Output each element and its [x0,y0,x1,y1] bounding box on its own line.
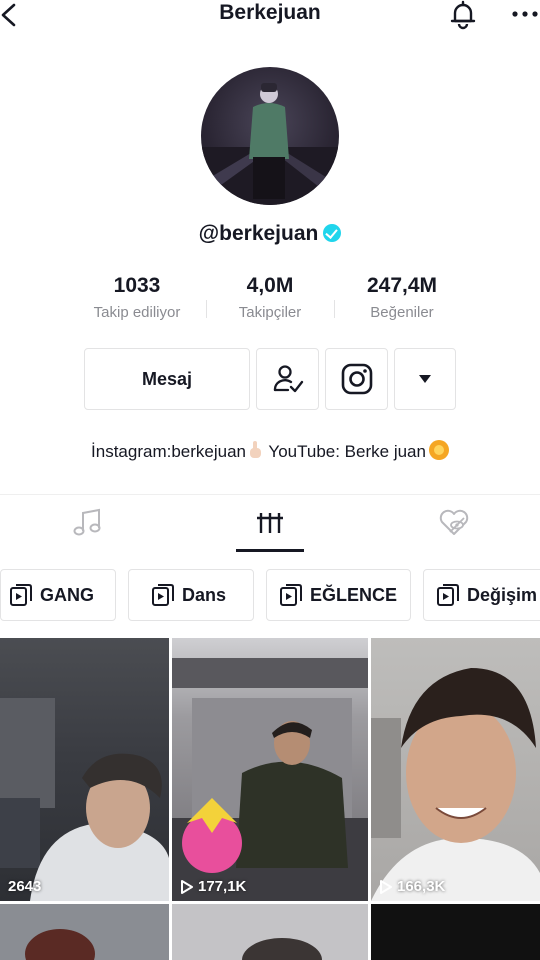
video-thumbnail-image [0,698,169,901]
playlist-pill[interactable]: Dans [128,569,254,621]
playlist-pill[interactable]: Değişim [423,569,540,621]
triangle-down-icon [419,375,431,383]
music-note-icon[interactable] [70,507,106,539]
profile-tabs [0,494,540,552]
playlist-pill[interactable]: GANG [0,569,116,621]
stat-followers-label: Takipçiler [238,304,302,321]
video-views: 2643 [8,878,41,895]
stat-following[interactable]: 1033 Takip ediliyor [78,274,196,321]
message-button[interactable]: Mesaj [84,348,250,410]
videos-grid-icon[interactable] [252,507,288,539]
video-thumbnail-image [172,658,368,901]
profile-handle-row: @berkejuan [0,222,540,246]
video-thumbnail[interactable] [172,904,368,960]
playlist-icon [152,584,174,606]
liked-hidden-icon[interactable] [436,507,472,539]
video-thumbnail[interactable]: 2643 [0,638,169,901]
more-horizontal-icon[interactable] [510,2,540,28]
video-thumbnail[interactable]: 177,1K [172,638,368,901]
bio-text-youtube: YouTube: Berke juan [264,442,426,461]
video-thumbnail-image [172,904,368,960]
video-thumbnail-image [0,904,169,960]
video-thumbnail[interactable] [371,904,540,960]
instagram-icon [341,363,372,395]
video-views: 166,3K [379,878,445,895]
verified-badge-icon [323,224,342,242]
video-grid: 2643 177,1K 166,3K [0,638,540,960]
play-icon [380,879,392,894]
playlist-icon [437,584,459,606]
profile-bio: İnstagram:berkejuan YouTube: Berke juan [0,440,540,462]
avatar[interactable] [201,67,339,205]
stat-divider [206,300,207,318]
stat-following-label: Takip ediliyor [93,304,181,321]
user-check-icon [273,365,303,393]
stat-likes-label: Beğeniler [370,304,434,321]
playlist-icon [280,584,302,606]
playlist-label: EĞLENCE [310,584,398,605]
playlist-pill[interactable]: EĞLENCE [266,569,411,621]
video-thumbnail[interactable]: 166,3K [371,638,540,901]
play-icon [181,879,193,894]
stat-following-value: 1033 [113,274,161,297]
video-thumbnail-image [371,668,540,901]
playlist-icon [10,584,32,606]
avatar-photo [201,83,339,205]
video-views: 177,1K [180,878,246,895]
stat-divider [334,300,335,318]
stat-likes-value: 247,4M [366,274,438,297]
following-button[interactable] [256,348,319,410]
video-thumbnail[interactable] [0,904,169,960]
more-options-dropdown[interactable] [394,348,456,410]
profile-handle: @berkejuan [198,222,319,245]
stat-followers[interactable]: 4,0M Takipçiler [214,274,326,321]
active-tab-indicator [236,549,304,552]
video-views-count: 177,1K [198,878,247,895]
playlist-label: Dans [182,584,227,605]
top-bar: Berkejuan [0,0,540,30]
playlist-label: GANG [40,584,94,605]
video-views-count: 166,3K [397,878,446,895]
stat-likes[interactable]: 247,4M Beğeniler [344,274,460,321]
playlist-row: GANG Dans EĞLENCE Değişim [0,569,540,621]
bell-icon[interactable] [448,0,478,30]
video-views-count: 2643 [8,878,42,895]
playlist-label: Değişim [467,584,538,605]
bio-text-instagram: İnstagram:berkejuan [91,442,247,461]
pointing-up-emoji-icon [250,441,262,458]
stat-followers-value: 4,0M [246,274,294,297]
lion-emoji-icon [428,440,449,460]
instagram-button[interactable] [325,348,388,410]
